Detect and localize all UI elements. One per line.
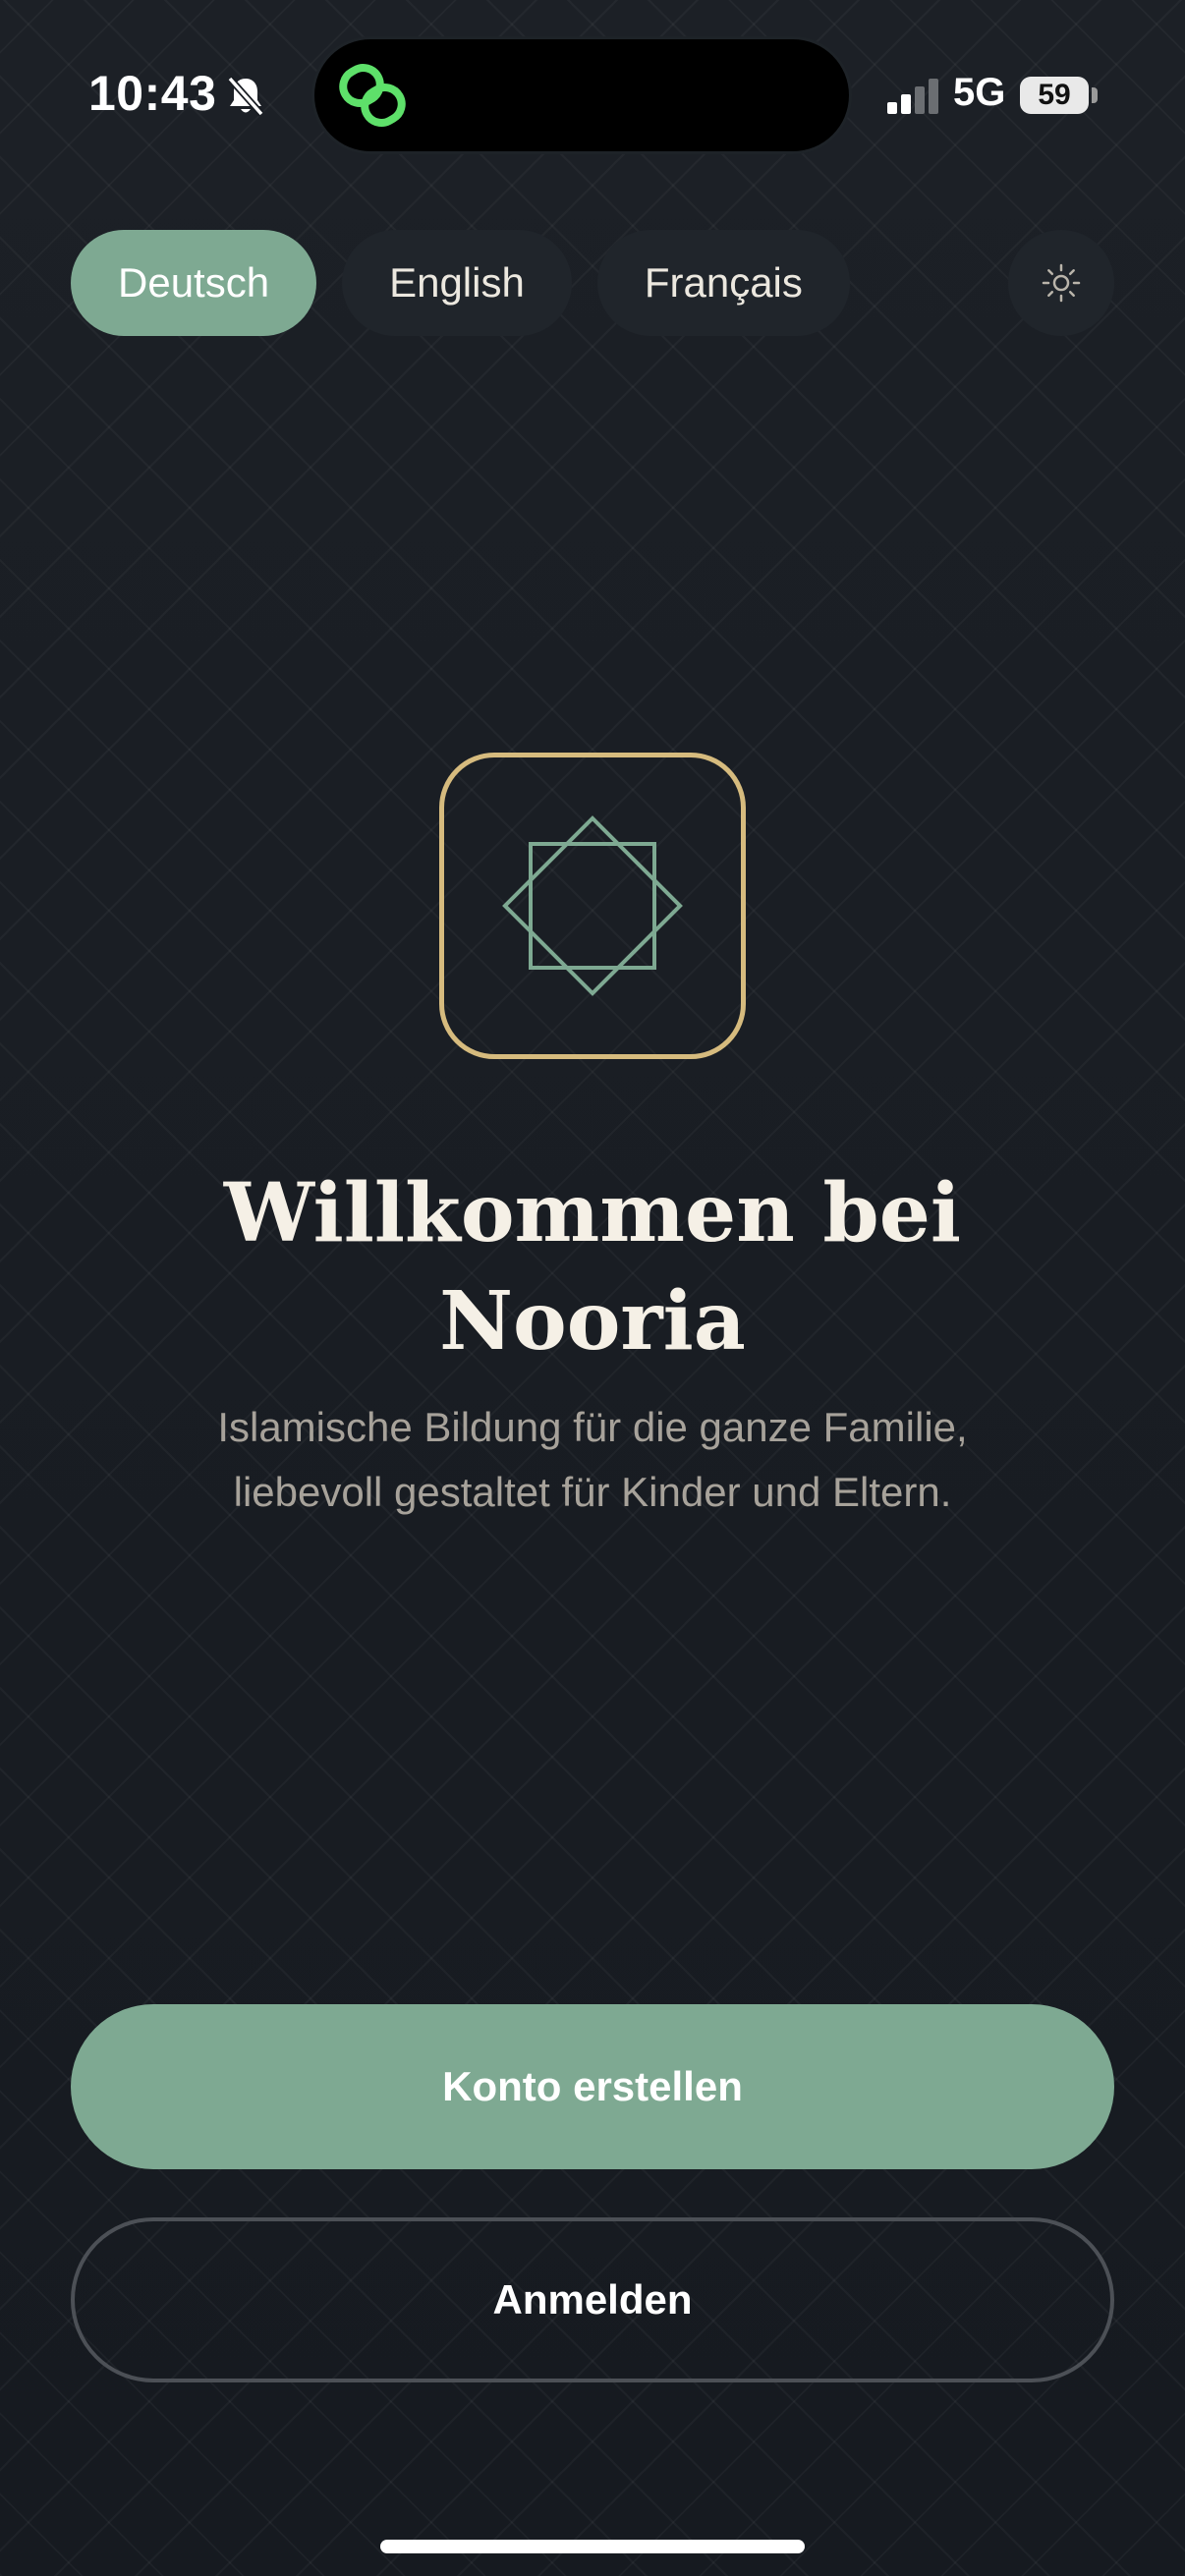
signal-icon: [887, 79, 938, 114]
sign-in-button[interactable]: Anmelden: [71, 2217, 1114, 2382]
language-chip-english[interactable]: English: [342, 230, 572, 336]
status-time: 10:43: [88, 66, 217, 121]
create-account-button[interactable]: Konto erstellen: [71, 2004, 1114, 2169]
bell-slash-icon: [227, 76, 264, 117]
eight-point-star-icon: [502, 815, 683, 996]
app-logo: [439, 753, 746, 1059]
language-selector: Deutsch English Français: [71, 230, 850, 336]
battery-level: 59: [1038, 79, 1071, 111]
home-indicator[interactable]: [380, 2540, 805, 2553]
link-icon: [339, 64, 406, 127]
welcome-title-line-2: Nooria: [439, 1274, 746, 1369]
battery-tip: [1092, 87, 1098, 103]
network-type: 5G: [953, 71, 1006, 114]
welcome-title-line-1: Willkommen bei: [223, 1166, 962, 1260]
theme-toggle-button[interactable]: [1008, 230, 1114, 336]
language-chip-deutsch[interactable]: Deutsch: [71, 230, 317, 336]
battery-icon: 59: [1020, 77, 1089, 114]
sun-icon: [1042, 263, 1081, 303]
status-bar: 10:43 5G 59: [0, 0, 1185, 196]
welcome-title: Willkommen bei Nooria: [101, 1159, 1084, 1375]
dynamic-island: [314, 39, 849, 151]
language-chip-francais[interactable]: Français: [596, 230, 850, 336]
welcome-subtitle: Islamische Bildung für die ganze Familie…: [217, 1404, 968, 1515]
